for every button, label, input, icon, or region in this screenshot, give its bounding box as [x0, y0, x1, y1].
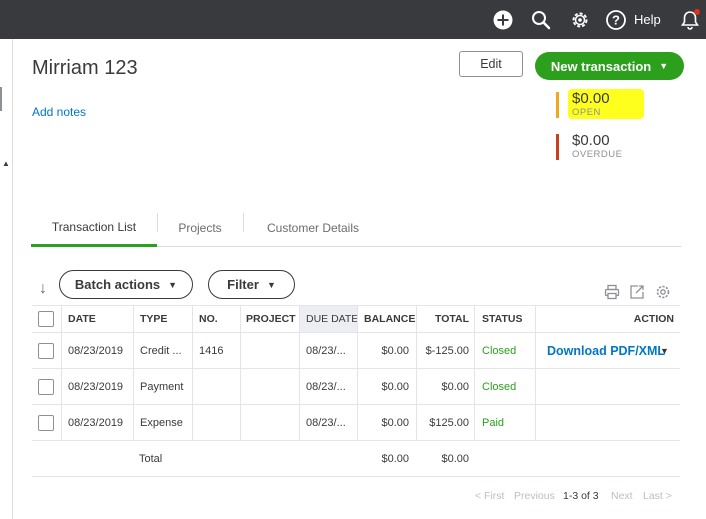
- customer-name: Mirriam 123: [32, 57, 138, 79]
- totals-label: Total: [139, 452, 163, 465]
- tab-bar: Transaction List Projects Customer Detai…: [31, 209, 681, 247]
- col-due-date[interactable]: DUE DATE: [300, 306, 357, 332]
- cell-status: Closed: [482, 344, 517, 357]
- batch-actions-label: Batch actions: [74, 277, 161, 292]
- help-icon[interactable]: ?: [605, 9, 627, 31]
- collapse-handle[interactable]: [0, 87, 2, 111]
- export-icon[interactable]: [629, 284, 645, 300]
- new-transaction-label: New transaction: [550, 58, 652, 74]
- filter-label: Filter: [227, 277, 259, 292]
- cell-status: Paid: [482, 416, 505, 429]
- cell-no: 1416: [199, 344, 224, 357]
- svg-text:?: ?: [612, 13, 620, 28]
- pager-previous[interactable]: Previous: [514, 490, 555, 502]
- col-no[interactable]: NO.: [199, 306, 218, 332]
- top-bar: ? Help: [0, 0, 706, 39]
- open-label: OPEN: [572, 107, 601, 118]
- cell-total: $-125.00: [425, 344, 469, 357]
- action-caret-down-icon[interactable]: ▼: [660, 333, 669, 368]
- tab-customer-details[interactable]: Customer Details: [243, 209, 383, 246]
- row-checkbox-cell[interactable]: [38, 369, 58, 404]
- edit-button[interactable]: Edit: [459, 51, 523, 77]
- select-all-checkbox[interactable]: [38, 311, 54, 327]
- totals-row: Total $0.00 $0.00: [32, 441, 680, 477]
- col-date[interactable]: DATE: [68, 306, 96, 332]
- tab-projects[interactable]: Projects: [157, 209, 243, 246]
- cell-total: $0.00: [441, 380, 469, 393]
- cell-due-date: 08/23/...: [306, 380, 346, 393]
- transaction-table: DATE TYPE NO. PROJECT DUE DATE BALANCE T…: [32, 305, 680, 477]
- totals-balance: $0.00: [381, 452, 409, 465]
- pager-next[interactable]: Next: [611, 490, 633, 502]
- cell-date: 08/23/2019: [68, 416, 124, 429]
- cell-due-date: 08/23/...: [306, 344, 346, 357]
- col-project[interactable]: PROJECT: [246, 306, 296, 332]
- overdue-bar: [556, 134, 559, 160]
- add-notes-link[interactable]: Add notes: [32, 105, 86, 119]
- download-pdf-xml-link[interactable]: Download PDF/XML: [547, 333, 665, 368]
- caret-down-icon: ▼: [266, 279, 276, 290]
- batch-actions-button[interactable]: Batch actions ▼: [59, 270, 193, 299]
- row-checkbox[interactable]: [38, 414, 54, 431]
- row-checkbox-cell[interactable]: [38, 405, 58, 440]
- search-icon[interactable]: [530, 9, 552, 31]
- cell-type: Credit ...: [140, 344, 182, 357]
- col-total[interactable]: TOTAL: [417, 306, 469, 332]
- col-balance[interactable]: BALANCE: [364, 306, 415, 332]
- sort-arrow-icon[interactable]: ↓: [39, 280, 47, 298]
- overdue-amount: $0.00: [572, 132, 610, 149]
- col-type[interactable]: TYPE: [140, 306, 167, 332]
- cell-balance: $0.00: [381, 380, 409, 393]
- pager-range: 1-3 of 3: [563, 490, 599, 502]
- totals-total: $0.00: [441, 452, 469, 465]
- cell-status: Closed: [482, 380, 517, 393]
- print-icon[interactable]: [604, 284, 620, 300]
- pager-last[interactable]: Last >: [643, 490, 672, 502]
- row-checkbox-cell[interactable]: [38, 333, 58, 368]
- cell-type: Expense: [140, 416, 183, 429]
- table-settings-icon[interactable]: [655, 284, 671, 300]
- customer-panel: Mirriam 123 Add notes Edit New transacti…: [13, 39, 706, 519]
- cell-type: Payment: [140, 380, 184, 393]
- table-header-row: DATE TYPE NO. PROJECT DUE DATE BALANCE T…: [32, 305, 680, 333]
- overdue-label: OVERDUE: [572, 149, 623, 160]
- cell-due-date: 08/23/...: [306, 416, 346, 429]
- caret-down-icon: ▼: [659, 61, 669, 71]
- new-transaction-button[interactable]: New transaction ▼: [535, 52, 684, 80]
- open-bar: [556, 92, 559, 118]
- cell-balance: $0.00: [381, 344, 409, 357]
- tab-transaction-list[interactable]: Transaction List: [31, 209, 157, 247]
- collapse-caret-icon[interactable]: ▲: [2, 159, 10, 168]
- table-row[interactable]: 08/23/2019 Credit ... 1416 08/23/... $0.…: [32, 333, 680, 369]
- row-checkbox[interactable]: [38, 378, 54, 395]
- cell-date: 08/23/2019: [68, 344, 124, 357]
- help-label[interactable]: Help: [634, 12, 661, 27]
- left-collapse-strip[interactable]: ▲: [0, 39, 13, 519]
- caret-down-icon: ▼: [168, 279, 178, 290]
- cell-total: $125.00: [429, 416, 469, 429]
- table-row[interactable]: 08/23/2019 Expense 08/23/... $0.00 $125.…: [32, 405, 680, 441]
- col-action: ACTION: [633, 313, 674, 325]
- cell-balance: $0.00: [381, 416, 409, 429]
- table-row[interactable]: 08/23/2019 Payment 08/23/... $0.00 $0.00…: [32, 369, 680, 405]
- col-status[interactable]: STATUS: [482, 306, 522, 332]
- cell-date: 08/23/2019: [68, 380, 124, 393]
- row-checkbox[interactable]: [38, 342, 54, 359]
- select-all-checkbox-cell[interactable]: [38, 306, 58, 332]
- pager-first[interactable]: < First: [475, 490, 504, 502]
- filter-button[interactable]: Filter ▼: [208, 270, 295, 299]
- notification-dot: [694, 9, 700, 15]
- gear-icon[interactable]: [569, 9, 591, 31]
- open-amount: $0.00: [572, 90, 610, 107]
- plus-circle-icon[interactable]: [492, 9, 514, 31]
